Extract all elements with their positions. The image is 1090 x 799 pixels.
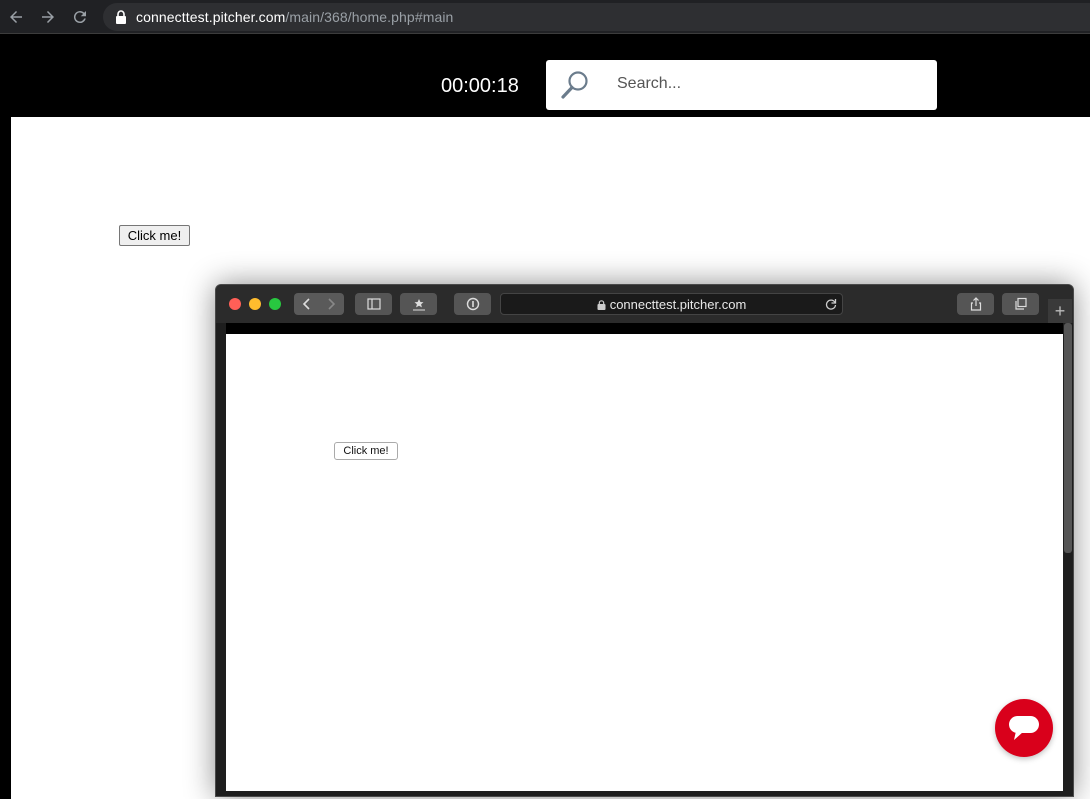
safari-toolbar: connecttest.pitcher.com [216,285,1073,323]
embedded-address-bar[interactable]: connecttest.pitcher.com [500,293,843,315]
back-arrow-icon[interactable] [5,6,27,28]
tabs-overview-icon[interactable] [1002,293,1039,315]
embedded-url-text: connecttest.pitcher.com [609,297,747,312]
minimize-window-icon[interactable] [249,298,261,310]
embedded-page-header [226,323,1063,334]
address-bar[interactable]: connecttest.pitcher.com/main/368/home.ph… [103,3,1090,31]
forward-chevron-icon[interactable] [324,297,338,311]
reload-icon[interactable] [69,6,91,28]
forward-arrow-icon[interactable] [37,6,59,28]
embedded-browser-window: connecttest.pitcher.com + Click me! [215,284,1074,797]
new-tab-button[interactable]: + [1048,299,1072,323]
click-me-button[interactable]: Click me! [119,225,190,246]
url-host: connecttest.pitcher.com [136,9,286,25]
bookmarks-icon[interactable] [400,293,437,315]
back-forward-buttons[interactable] [294,293,344,315]
close-window-icon[interactable] [229,298,241,310]
page-left-border [0,34,11,799]
url-text: connecttest.pitcher.com/main/368/home.ph… [136,9,453,25]
lock-icon [597,300,606,310]
back-chevron-icon[interactable] [300,297,314,311]
chat-widget-button[interactable] [995,699,1053,757]
search-placeholder: Search... [617,75,682,92]
scrollbar-thumb[interactable] [1064,323,1072,553]
reload-icon[interactable] [824,297,838,311]
embedded-page-content: Click me! [226,334,1063,791]
lock-icon [116,10,126,24]
embedded-url: connecttest.pitcher.com [501,297,842,312]
url-path: /main/368/home.php#main [285,9,454,25]
sidebar-icon[interactable] [355,293,392,315]
search-input[interactable]: Search... [546,60,937,110]
search-icon [561,71,588,99]
maximize-window-icon[interactable] [269,298,281,310]
chat-bubble-icon [1009,716,1039,740]
browser-toolbar: connecttest.pitcher.com/main/368/home.ph… [0,0,1090,34]
password-manager-icon[interactable] [454,293,491,315]
embedded-click-me-button[interactable]: Click me! [334,442,398,460]
share-icon[interactable] [957,293,994,315]
session-timer: 00:00:18 [441,75,519,97]
embedded-window-bottom [216,791,1073,796]
